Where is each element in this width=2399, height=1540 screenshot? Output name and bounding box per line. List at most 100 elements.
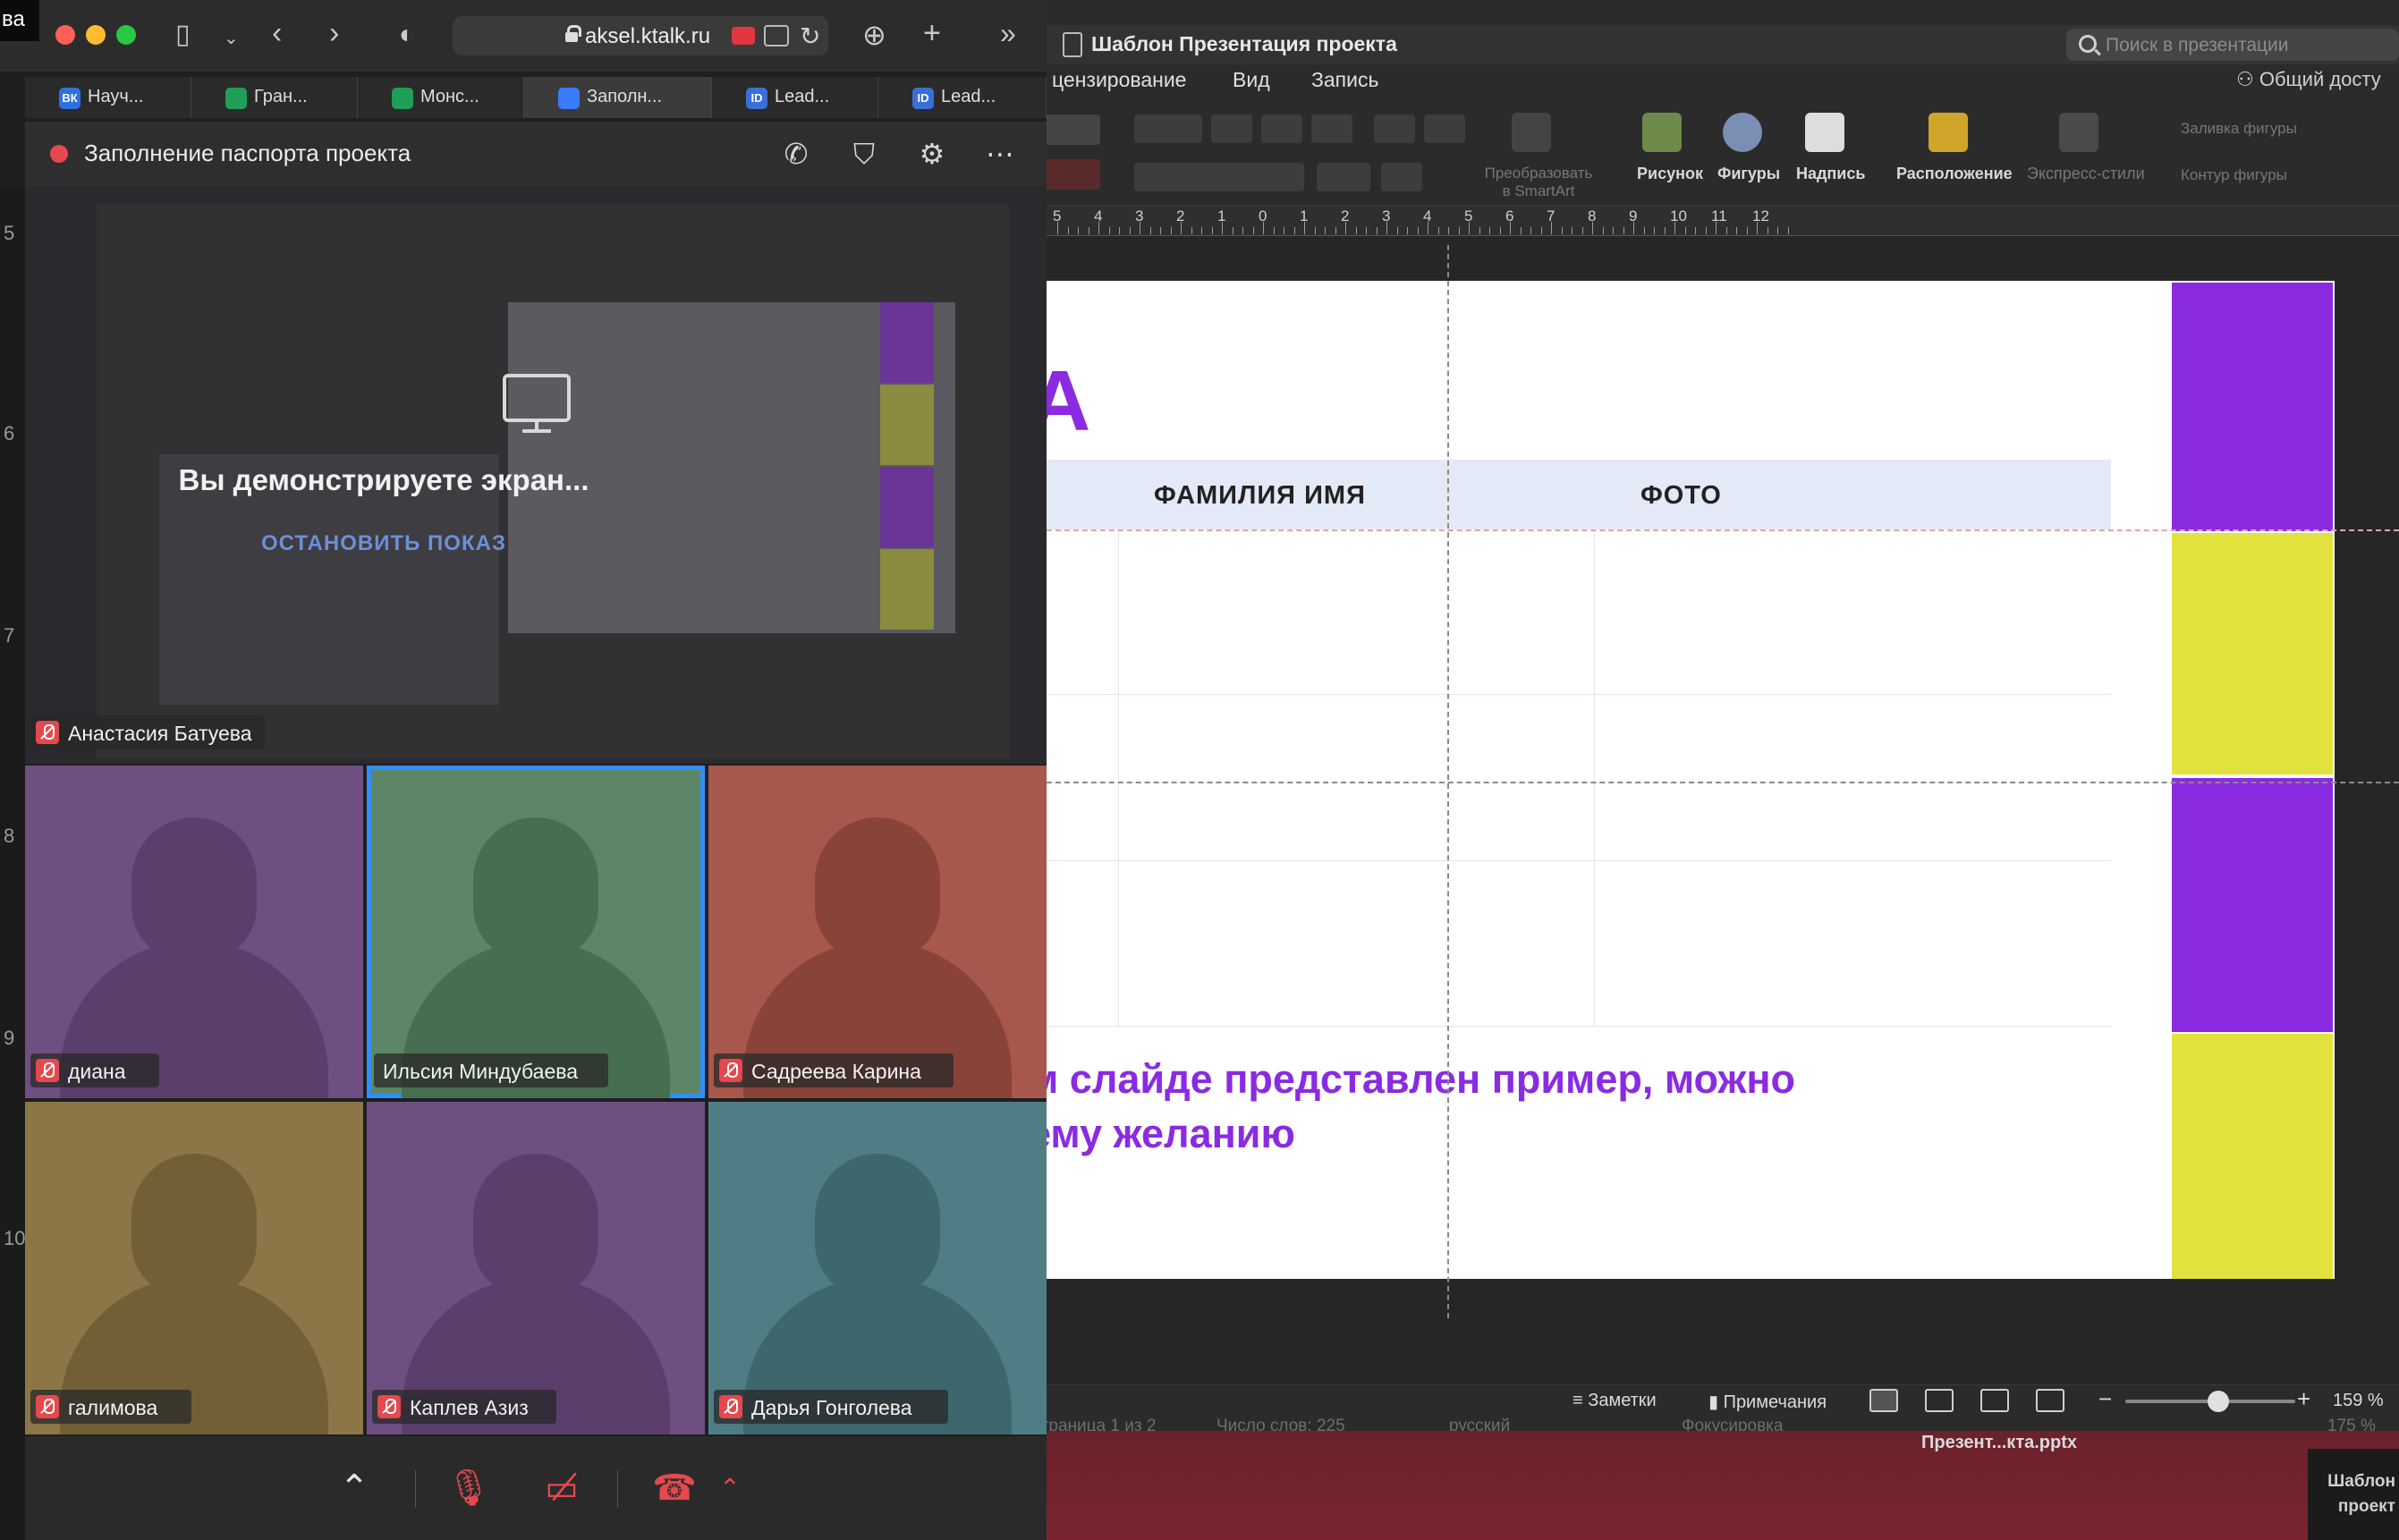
reload-icon[interactable]: ↻: [800, 21, 820, 51]
shield-check-icon[interactable]: ⛉: [846, 136, 882, 172]
picture-icon[interactable]: [1642, 113, 1682, 152]
camera-off-icon[interactable]: ▭̸: [530, 1463, 594, 1513]
address-bar[interactable]: aksel.ktalk.ru ↻: [453, 16, 828, 55]
menu-record[interactable]: Запись: [1311, 68, 1378, 92]
mic-off-icon: [719, 1395, 742, 1418]
ruler-tick: [1149, 227, 1151, 234]
smartart-label: Преобразовать в SmartArt: [1484, 165, 1593, 199]
arrange-icon[interactable]: [1929, 113, 1968, 152]
textbox-icon[interactable]: [1805, 113, 1844, 152]
chevron-down-icon[interactable]: ⌄: [224, 23, 239, 54]
table-grid-line: [1029, 1026, 2111, 1027]
menu-review[interactable]: цензирование: [1052, 68, 1186, 92]
forward-icon[interactable]: ›: [329, 18, 339, 48]
screen-record-icon[interactable]: [732, 27, 755, 45]
participant-name: Ильсия Миндубаева: [383, 1060, 578, 1083]
gear-icon[interactable]: ⚙: [914, 136, 950, 172]
ruler-tick: [1674, 222, 1675, 234]
zoom-slider-knob[interactable]: [2208, 1391, 2229, 1412]
ribbon-columns-button[interactable]: [1424, 114, 1465, 143]
reading-view-button[interactable]: [1980, 1389, 2009, 1412]
tab-2[interactable]: Гран...: [191, 77, 358, 118]
shield-icon[interactable]: ◐: [399, 20, 415, 50]
zoom-out-button[interactable]: −: [2098, 1385, 2112, 1413]
table-grid-line: [1029, 694, 2111, 695]
quick-styles-icon[interactable]: [2059, 113, 2098, 152]
more-tabs-icon[interactable]: »: [1000, 18, 1016, 48]
chevron-up-icon[interactable]: ⌃: [327, 1463, 381, 1513]
browser-toolbar: ▯ ⌄ ‹ › ◐ aksel.ktalk.ru ↻ ⊕ + »: [0, 0, 1047, 72]
browser-tabs: ВК Науч... Гран... Монс... Заполн... ID …: [25, 77, 1047, 118]
participant-tile[interactable]: диана: [25, 766, 363, 1098]
download-icon[interactable]: ⊕: [862, 20, 886, 50]
tab-4-active[interactable]: Заполн...: [524, 77, 712, 118]
comments-button[interactable]: ▮ Примечания: [1708, 1391, 1827, 1413]
zoom-level[interactable]: 159 %: [2333, 1391, 2384, 1411]
tab-1[interactable]: ВК Науч...: [25, 77, 191, 118]
ribbon-textalign-button[interactable]: [1381, 163, 1422, 191]
slideshow-view-button[interactable]: [2036, 1389, 2064, 1412]
smartart-icon[interactable]: [1512, 113, 1551, 152]
slide-caption[interactable]: м слайде представлен пример, можно ему ж…: [1029, 1052, 1795, 1161]
ribbon-align-group[interactable]: [1134, 163, 1304, 191]
edge-number: 10: [4, 1227, 26, 1249]
shape-fill-label[interactable]: Заливка фигуры: [2181, 120, 2297, 138]
sidebar-toggle-icon[interactable]: ▯: [175, 20, 191, 50]
tab-6[interactable]: ID Lead...: [878, 77, 1047, 118]
dock-file-label[interactable]: Презент...кта.pptx: [1921, 1433, 2077, 1453]
decor-bar-2[interactable]: [2172, 533, 2333, 774]
notes-button[interactable]: ≡ Заметки: [1572, 1391, 1657, 1411]
menu-view[interactable]: Вид: [1233, 68, 1270, 92]
ribbon-list2-button[interactable]: [1211, 114, 1252, 143]
end-call-options-chevron-icon[interactable]: ⌃: [714, 1463, 746, 1513]
tab-label: Lead...: [941, 87, 996, 106]
end-call-icon[interactable]: ☎: [642, 1463, 707, 1513]
mic-off-toolbar-icon[interactable]: 🎙︎: [440, 1463, 497, 1513]
more-options-icon[interactable]: ⋯: [982, 136, 1018, 172]
participant-tile[interactable]: Дарья Гонголева: [708, 1102, 1047, 1434]
tab-3[interactable]: Монс...: [358, 77, 524, 118]
column-header-name: ФАМИЛИЯ ИМЯ: [1154, 481, 1366, 510]
maximize-window-button[interactable]: [116, 25, 136, 45]
table-body[interactable]: [1029, 529, 2111, 1027]
ruler-tick: [1386, 222, 1387, 234]
minimize-window-button[interactable]: [86, 25, 106, 45]
ribbon-spacing-button[interactable]: [1374, 114, 1415, 143]
participant-tile[interactable]: Садреева Карина: [708, 766, 1047, 1098]
call-title: Заполнение паспорта проекта: [84, 140, 411, 166]
share-button[interactable]: ⚇ Общий досту: [2236, 68, 2381, 91]
participant-tile[interactable]: Каплев Азиз: [367, 1102, 705, 1434]
ruler-tick: [1499, 227, 1501, 234]
stop-sharing-button[interactable]: ОСТАНОВИТЬ ПОКАЗ: [25, 531, 894, 556]
zoom-in-button[interactable]: +: [2297, 1385, 2310, 1413]
decor-bar-1[interactable]: [2172, 283, 2333, 531]
back-icon[interactable]: ‹: [272, 18, 282, 48]
ribbon-direction-button[interactable]: [1317, 163, 1370, 191]
edge-number: 8: [4, 825, 15, 847]
decor-bar-4[interactable]: [2172, 1034, 2333, 1279]
participant-tile-selected[interactable]: Ильсия Миндубаева: [367, 766, 705, 1098]
ruler-tick: [1551, 222, 1552, 234]
sorter-view-button[interactable]: [1925, 1389, 1954, 1412]
ruler-tick: [1767, 227, 1768, 234]
shape-outline-label[interactable]: Контур фигуры: [2181, 166, 2287, 184]
tab-5[interactable]: ID Lead...: [712, 77, 878, 118]
dock-window-tile[interactable]: Шаблон проект: [2308, 1449, 2399, 1540]
ribbon-indent-button[interactable]: [1261, 114, 1302, 143]
ruler-tick: [1160, 227, 1161, 234]
shapes-icon[interactable]: [1723, 113, 1762, 152]
decor-bar-3[interactable]: [2172, 778, 2333, 1032]
normal-view-button[interactable]: [1869, 1389, 1898, 1412]
ribbon-indent2-button[interactable]: [1311, 114, 1352, 143]
close-window-button[interactable]: [55, 25, 75, 45]
share-icon: ⚇: [2236, 68, 2259, 90]
new-tab-icon[interactable]: +: [923, 18, 941, 48]
ribbon-list-button[interactable]: [1134, 114, 1202, 143]
ruler-number: 10: [1670, 207, 1687, 224]
ruler-tick: [1129, 227, 1131, 234]
phone-icon[interactable]: ✆: [778, 136, 814, 172]
ppt-search-field[interactable]: Поиск в презентации: [2066, 29, 2399, 61]
translate-icon[interactable]: [764, 25, 789, 47]
ruler-tick: [1695, 227, 1696, 234]
participant-tile[interactable]: галимова: [25, 1102, 363, 1434]
